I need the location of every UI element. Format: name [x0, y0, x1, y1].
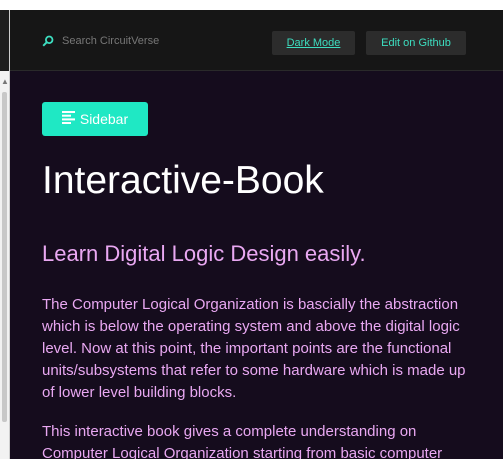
- page-title: Interactive-Book: [42, 159, 324, 202]
- search-box[interactable]: Search CircuitVerse: [42, 32, 159, 50]
- sidebar-button-label: Sidebar: [79, 111, 129, 127]
- search-input[interactable]: Search CircuitVerse: [62, 35, 159, 47]
- search-icon: [42, 35, 54, 47]
- main-content: Sidebar Interactive-Book Learn Digital L…: [10, 71, 503, 459]
- left-panel-edge: ▲: [0, 10, 10, 459]
- page-subtitle: Learn Digital Logic Design easily.: [42, 241, 366, 266]
- intro-paragraph: The Computer Logical Organization is bas…: [42, 296, 466, 401]
- top-edge: [0, 0, 503, 10]
- scroll-up-arrow-icon[interactable]: ▲: [1, 78, 9, 86]
- edit-on-github-button[interactable]: Edit on Github: [366, 31, 466, 55]
- dark-mode-button[interactable]: Dark Mode: [272, 31, 355, 55]
- left-panel-header: [0, 10, 9, 71]
- description-paragraph: This interactive book gives a complete u…: [42, 423, 443, 459]
- sidebar-toggle-button[interactable]: Sidebar: [42, 102, 148, 136]
- scrollbar-thumb[interactable]: [2, 92, 7, 422]
- browser-frame: ▲ Search CircuitVerse Dark Mode Edit on …: [0, 0, 503, 459]
- top-navbar: Search CircuitVerse Dark Mode Edit on Gi…: [10, 10, 503, 71]
- menu-lines-icon: [61, 111, 80, 127]
